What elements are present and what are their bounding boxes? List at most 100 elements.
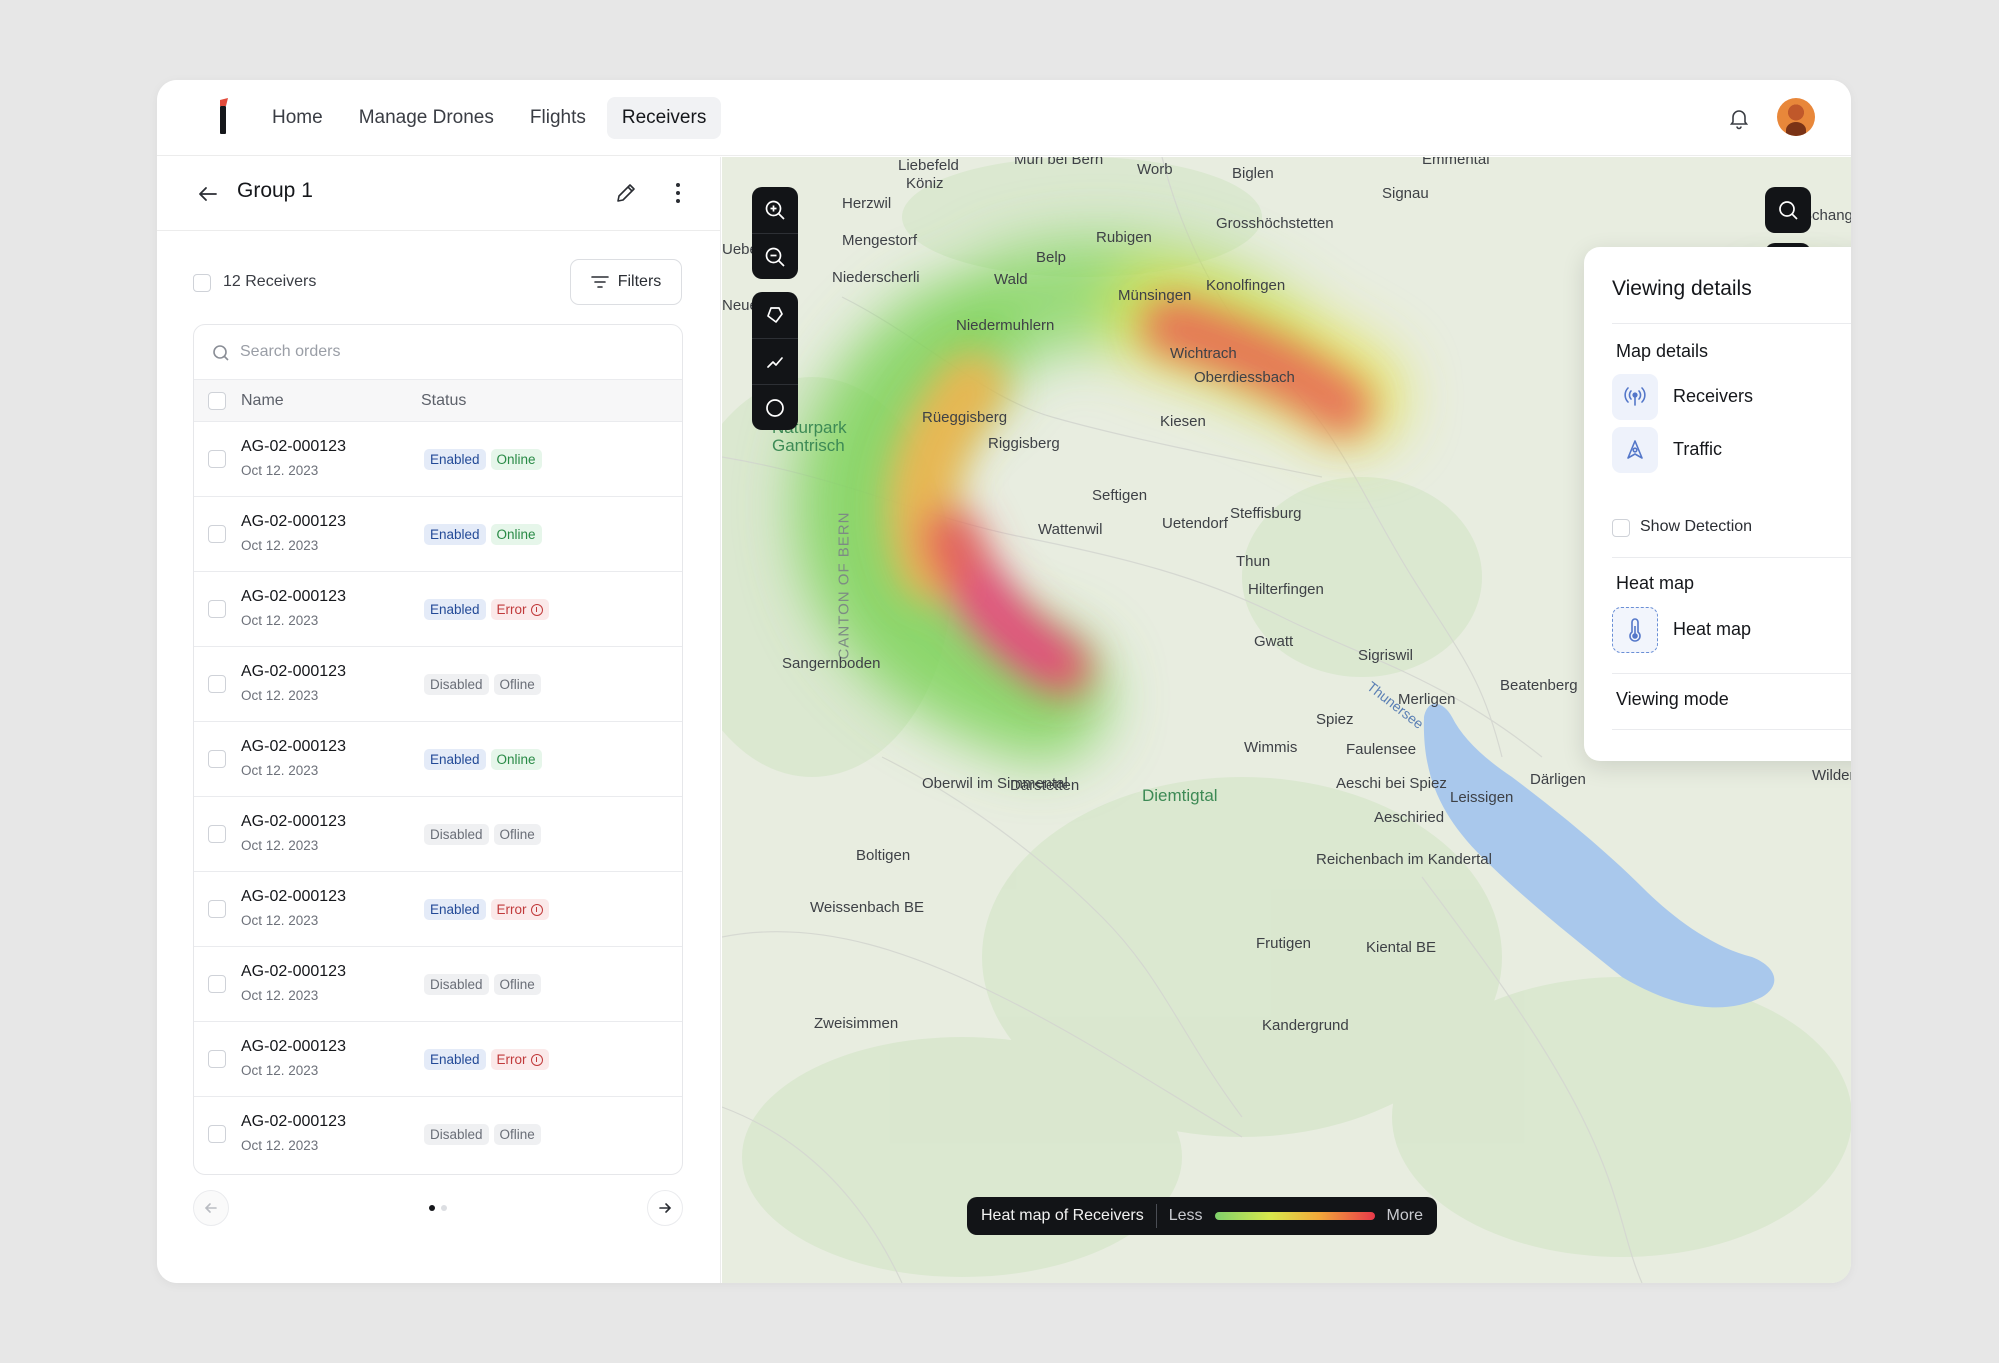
map-place-label: Spiez xyxy=(1316,711,1354,728)
map-place-label: Köniz xyxy=(906,175,944,192)
table-row[interactable]: AG-02-000123 Oct 12. 2023 Enabled Online xyxy=(194,422,682,497)
connection-badge: Error xyxy=(490,899,549,920)
traffic-option-label[interactable]: Traffic xyxy=(1673,439,1722,460)
zoom-in-icon xyxy=(765,200,785,220)
page-dot[interactable] xyxy=(441,1205,447,1211)
row-checkbox[interactable] xyxy=(208,450,226,468)
connection-label: Error xyxy=(496,902,527,917)
receiver-date: Oct 12. 2023 xyxy=(241,1138,319,1153)
map-details-heading[interactable]: Map details xyxy=(1616,341,1708,362)
map-view[interactable]: Liebefeld Köniz Muri bei Bern Worb Biglen Emm… xyxy=(722,157,1851,1283)
traffic-option-icon[interactable] xyxy=(1612,427,1658,473)
table-row[interactable]: AG-02-000123 Oct 12. 2023 Enabled Error xyxy=(194,872,682,947)
receiver-name: AG-02-000123 xyxy=(241,1038,346,1055)
legend-gradient-bar xyxy=(1214,1212,1375,1220)
show-detection-label[interactable]: Show Detection xyxy=(1640,518,1752,536)
row-checkbox[interactable] xyxy=(208,525,226,543)
connection-label: Ofline xyxy=(499,827,535,842)
zoom-in-button[interactable] xyxy=(752,187,798,233)
map-place-label: Oberdiessbach xyxy=(1194,369,1295,386)
search-input[interactable] xyxy=(240,337,640,367)
nav-receivers[interactable]: Receivers xyxy=(606,97,722,139)
receiver-date: Oct 12. 2023 xyxy=(241,1063,319,1078)
table-row[interactable]: AG-02-000123 Oct 12. 2023 Enabled Error xyxy=(194,1022,682,1097)
show-detection-checkbox[interactable] xyxy=(1612,519,1630,537)
app-window: Home Manage Drones Flights Receivers Gro… xyxy=(157,80,1851,1283)
receiver-name: AG-02-000123 xyxy=(241,513,346,530)
app-logo[interactable] xyxy=(205,96,243,140)
map-place-label: Diemtigtal xyxy=(1142,786,1218,805)
zoom-out-button[interactable] xyxy=(752,233,798,279)
legend-less-label: Less xyxy=(1168,1207,1203,1224)
table-row[interactable]: AG-02-000123 Oct 12. 2023 Enabled Online xyxy=(194,722,682,797)
back-arrow-icon[interactable] xyxy=(195,181,221,207)
divider xyxy=(1612,729,1851,730)
bell-icon[interactable] xyxy=(1727,106,1751,130)
heat-map-heading[interactable]: Heat map xyxy=(1616,573,1694,594)
map-place-label: Därstetten xyxy=(1010,777,1080,794)
column-name[interactable]: Name xyxy=(241,392,284,410)
header-checkbox[interactable] xyxy=(208,392,226,410)
draw-line-button[interactable] xyxy=(752,338,798,384)
map-place-label: Boltigen xyxy=(856,847,911,864)
next-page-button[interactable] xyxy=(647,1190,683,1226)
status-badges: Enabled Error xyxy=(424,899,549,920)
map-place-label: Niedermuhlern xyxy=(956,317,1055,334)
table-row[interactable]: AG-02-000123 Oct 12. 2023 Enabled Online xyxy=(194,497,682,572)
more-vertical-icon[interactable] xyxy=(665,180,691,206)
page-dot[interactable] xyxy=(429,1205,435,1211)
receiver-name: AG-02-000123 xyxy=(241,888,346,905)
nav-manage-drones[interactable]: Manage Drones xyxy=(344,97,509,139)
pencil-icon[interactable] xyxy=(613,180,639,206)
map-search-button[interactable] xyxy=(1765,187,1811,233)
row-checkbox[interactable] xyxy=(208,975,226,993)
map-place-label: Reichenbach im Kandertal xyxy=(1316,851,1492,868)
map-place-label: Rüeggisberg xyxy=(922,409,1008,426)
filter-icon xyxy=(590,276,609,288)
receivers-option-label[interactable]: Receivers xyxy=(1673,386,1753,407)
arrow-left-icon xyxy=(204,1203,217,1213)
previous-page-button[interactable] xyxy=(193,1190,229,1226)
status-badges: Disabled Ofline xyxy=(424,674,541,695)
row-checkbox[interactable] xyxy=(208,750,226,768)
map-place-label: Herzwil xyxy=(842,195,892,212)
user-avatar[interactable] xyxy=(1777,98,1815,136)
map-place-label: Signau xyxy=(1382,185,1429,202)
viewing-mode-heading[interactable]: Viewing mode xyxy=(1616,689,1729,710)
row-checkbox[interactable] xyxy=(208,900,226,918)
map-place-label: Rubigen xyxy=(1096,229,1152,246)
row-checkbox[interactable] xyxy=(208,600,226,618)
nav-flights[interactable]: Flights xyxy=(515,97,601,139)
select-all-checkbox[interactable] xyxy=(193,274,211,292)
map-place-label: Leissigen xyxy=(1450,789,1514,806)
receivers-option-icon[interactable] xyxy=(1612,374,1658,420)
table-row[interactable]: AG-02-000123 Oct 12. 2023 Enabled Error xyxy=(194,572,682,647)
table-body: AG-02-000123 Oct 12. 2023 Enabled Online AG-… xyxy=(194,422,682,1172)
map-place-label: Münsingen xyxy=(1118,287,1192,304)
connection-label: Online xyxy=(496,452,536,467)
status-badges: Disabled Ofline xyxy=(424,1124,541,1145)
receiver-name: AG-02-000123 xyxy=(241,438,346,455)
heat-map-option-label[interactable]: Heat map xyxy=(1673,619,1751,640)
status-badges: Enabled Online xyxy=(424,749,542,770)
row-checkbox[interactable] xyxy=(208,825,226,843)
heat-map-option-icon[interactable] xyxy=(1612,607,1658,653)
row-checkbox[interactable] xyxy=(208,1050,226,1068)
legend-separator xyxy=(1155,1204,1157,1228)
row-checkbox[interactable] xyxy=(208,1125,226,1143)
row-checkbox[interactable] xyxy=(208,675,226,693)
receiver-name: AG-02-000123 xyxy=(241,963,346,980)
polygon-icon xyxy=(767,307,783,323)
map-place-label: Muri bei Bern xyxy=(1014,157,1104,168)
table-row[interactable]: AG-02-000123 Oct 12. 2023 Disabled Ofline xyxy=(194,1097,682,1172)
draw-polygon-button[interactable] xyxy=(752,292,798,338)
table-row[interactable]: AG-02-000123 Oct 12. 2023 Disabled Ofline xyxy=(194,947,682,1022)
table-row[interactable]: AG-02-000123 Oct 12. 2023 Disabled Ofline xyxy=(194,647,682,722)
draw-circle-button[interactable] xyxy=(752,384,798,430)
table-row[interactable]: AG-02-000123 Oct 12. 2023 Disabled Ofline xyxy=(194,797,682,872)
column-status[interactable]: Status xyxy=(421,392,466,410)
nav-home[interactable]: Home xyxy=(257,97,338,139)
map-place-label: Steffisburg xyxy=(1230,505,1302,522)
filters-button[interactable]: Filters xyxy=(570,259,682,305)
status-badges: Enabled Online xyxy=(424,524,542,545)
